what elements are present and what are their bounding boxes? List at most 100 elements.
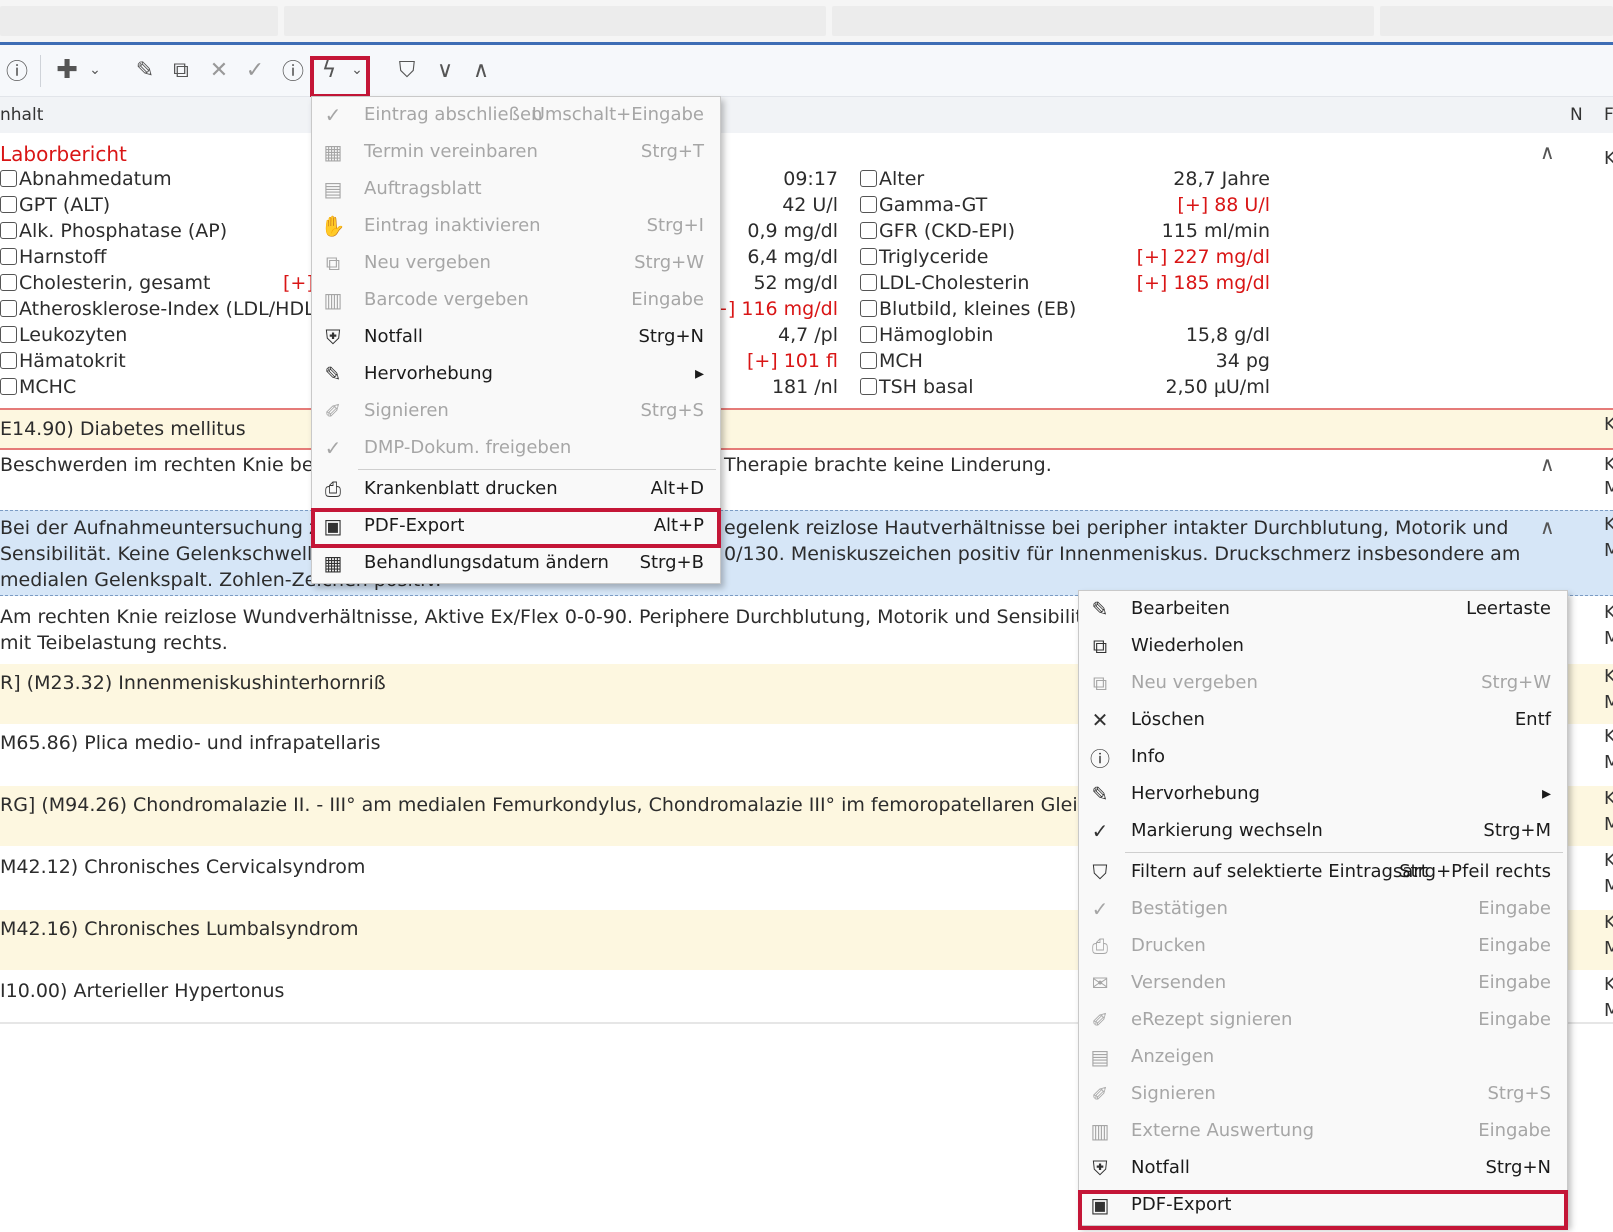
menu-item-hervorhebung[interactable]: ✎ Hervorhebung ▸: [1079, 776, 1567, 812]
lab-item-label[interactable]: Leukozyten: [0, 324, 127, 346]
lab-item-label[interactable]: Hämatokrit: [0, 350, 126, 372]
print-icon: ⎙: [1092, 934, 1108, 958]
menu-item-eintrag-abschließen[interactable]: ✓ Eintrag abschließen Umschalt+Eingabe: [312, 97, 720, 133]
menu-item-anzeigen[interactable]: ▤ Anzeigen: [1079, 1039, 1567, 1075]
chevron-down-icon[interactable]: ⌄: [80, 55, 110, 85]
menu-item-externe-auswertung[interactable]: ▥ Externe Auswertung Eingabe: [1079, 1113, 1567, 1149]
exam-row-selected[interactable]: Bei der Aufnahmeuntersuchung zei egelenk…: [0, 510, 1613, 596]
filter-icon[interactable]: ⛉: [392, 55, 422, 85]
checkbox[interactable]: [0, 222, 17, 239]
menu-item-wiederholen[interactable]: ⧉ Wiederholen: [1079, 628, 1567, 664]
checkbox[interactable]: [0, 326, 17, 343]
menu-item-shortcut: ▸: [1541, 783, 1551, 804]
checkbox[interactable]: [860, 378, 877, 395]
lab-item-label[interactable]: MCH: [860, 350, 923, 372]
chevron-up-icon[interactable]: ∧: [1540, 515, 1555, 539]
menu-item-erezept-signieren[interactable]: ✐ eRezept signieren Eingabe: [1079, 1002, 1567, 1038]
lab-item-label[interactable]: TSH basal: [860, 376, 974, 398]
exam-text-line2-start: Sensibilität. Keine Gelenkschwellung: [0, 543, 349, 565]
lab-item-label[interactable]: Abnahmedatum: [0, 168, 172, 190]
menu-highlight-box: [311, 508, 721, 548]
checkbox[interactable]: [860, 196, 877, 213]
diagnosis-row[interactable]: E14.90) Diabetes mellitus: [0, 410, 1613, 450]
tab-segment[interactable]: [0, 6, 278, 36]
menu-item-krankenblatt-drucken[interactable]: ⎙ Krankenblatt drucken Alt+D: [312, 471, 720, 507]
delete-icon[interactable]: ✕: [204, 55, 234, 85]
menu-item-neu-vergeben[interactable]: ⧉ Neu vergeben Strg+W: [312, 245, 720, 281]
menu-item-löschen[interactable]: ✕ Löschen Entf: [1079, 702, 1567, 738]
info-icon[interactable]: ⓘ: [278, 55, 308, 85]
lab-item-label[interactable]: Cholesterin, gesamt: [0, 272, 210, 294]
complaint-row[interactable]: Beschwerden im rechten Knie beste Therap…: [0, 450, 1613, 508]
menu-item-markierung-wechseln[interactable]: ✓ Markierung wechseln Strg+M: [1079, 813, 1567, 849]
menu-item-dmp-dokum-freigeben[interactable]: ✓ DMP-Dokum. freigeben: [312, 430, 720, 466]
lab-item-label[interactable]: Gamma-GT: [860, 194, 987, 216]
menu-item-signieren[interactable]: ✐ Signieren Strg+S: [312, 393, 720, 429]
chevron-up-icon[interactable]: ∧: [466, 55, 496, 85]
lab-report-entry[interactable]: Laborbericht ∧ Abnahmedatum 09:17 GPT (ALT…: [0, 134, 1613, 410]
menu-item-termin-vereinbaren[interactable]: ▦ Termin vereinbaren Strg+T: [312, 134, 720, 170]
checkbox[interactable]: [0, 274, 17, 291]
menu-item-label: Neu vergeben: [1131, 672, 1258, 693]
checkbox[interactable]: [860, 300, 877, 317]
menu-item-notfall[interactable]: ⛨ Notfall Strg+N: [312, 319, 720, 355]
tab-segment[interactable]: [284, 6, 826, 36]
lab-item-label[interactable]: GPT (ALT): [0, 194, 110, 216]
menu-item-versenden[interactable]: ✉ Versenden Eingabe: [1079, 965, 1567, 1001]
lab-item-label[interactable]: Harnstoff: [0, 246, 107, 268]
menu-item-hervorhebung[interactable]: ✎ Hervorhebung ▸: [312, 356, 720, 392]
menu-item-auftragsblatt[interactable]: ▤ Auftragsblatt: [312, 171, 720, 207]
lab-item-label[interactable]: LDL-Cholesterin: [860, 272, 1029, 294]
plus-icon[interactable]: ✚: [52, 55, 82, 85]
lab-report-title: Laborbericht: [0, 142, 127, 166]
checkbox[interactable]: [0, 352, 17, 369]
column-f-header[interactable]: F: [1604, 105, 1613, 125]
highlighter-icon: ✎: [1091, 782, 1109, 806]
column-n-header[interactable]: N: [1570, 105, 1583, 125]
column-content-header[interactable]: nhalt: [0, 105, 43, 125]
chevron-up-icon[interactable]: ∧: [1540, 140, 1555, 164]
menu-item-bearbeiten[interactable]: ✎ Bearbeiten Leertaste: [1079, 591, 1567, 627]
diagnosis-text: M42.12) Chronisches Cervicalsyndrom: [0, 856, 366, 878]
lab-item-label[interactable]: Alter: [860, 168, 924, 190]
edit-icon[interactable]: ✎: [130, 55, 160, 85]
chevron-up-icon[interactable]: ∧: [1540, 452, 1555, 476]
checkbox[interactable]: [860, 326, 877, 343]
mail-icon: ✉: [1091, 971, 1109, 995]
lab-item-label[interactable]: Hämoglobin: [860, 324, 993, 346]
repeat-icon[interactable]: ⧉: [166, 55, 196, 85]
check-icon[interactable]: ✓: [240, 55, 270, 85]
menu-item-signieren[interactable]: ✐ Signieren Strg+S: [1079, 1076, 1567, 1112]
checkbox[interactable]: [860, 352, 877, 369]
menu-item-drucken[interactable]: ⎙ Drucken Eingabe: [1079, 928, 1567, 964]
checkbox[interactable]: [0, 196, 17, 213]
menu-item-eintrag-inaktivieren[interactable]: ✋ Eintrag inaktivieren Strg+I: [312, 208, 720, 244]
menu-item-filtern-auf-selektierte-eintragsart[interactable]: ⛉ Filtern auf selektierte Eintragsart Strg…: [1079, 854, 1567, 890]
menu-item-notfall[interactable]: ⛨ Notfall Strg+N: [1079, 1150, 1567, 1186]
menu-item-label: Auftragsblatt: [364, 178, 482, 199]
lab-item-label[interactable]: Blutbild, kleines (EB): [860, 298, 1076, 320]
lab-item-label[interactable]: MCHC: [0, 376, 76, 398]
chevron-down-icon[interactable]: ∨: [430, 55, 460, 85]
column-f-cell: K: [1604, 912, 1613, 933]
lab-item-label[interactable]: Triglyceride: [860, 246, 988, 268]
checkbox[interactable]: [860, 170, 877, 187]
tab-segment[interactable]: [1380, 6, 1613, 36]
checkbox[interactable]: [0, 300, 17, 317]
menu-item-info[interactable]: ⓘ Info: [1079, 739, 1567, 775]
tab-segment[interactable]: [832, 6, 1374, 36]
checkbox[interactable]: [0, 248, 17, 265]
menu-item-neu-vergeben[interactable]: ⧉ Neu vergeben Strg+W: [1079, 665, 1567, 701]
checkbox[interactable]: [860, 274, 877, 291]
checkbox[interactable]: [860, 222, 877, 239]
lab-item-label[interactable]: Atherosklerose-Index (LDL/HDL): [0, 298, 322, 320]
menu-item-barcode-vergeben[interactable]: ▥ Barcode vergeben Eingabe: [312, 282, 720, 318]
checkbox[interactable]: [860, 248, 877, 265]
info-circle-icon[interactable]: ⓘ: [2, 55, 32, 85]
lab-item-label[interactable]: GFR (CKD-EPI): [860, 220, 1015, 242]
menu-item-bestätigen[interactable]: ✓ Bestätigen Eingabe: [1079, 891, 1567, 927]
lab-item-label[interactable]: Alk. Phosphatase (AP): [0, 220, 227, 242]
menu-item-behandlungsdatum-ändern[interactable]: ▦ Behandlungsdatum ändern Strg+B: [312, 545, 720, 581]
checkbox[interactable]: [0, 170, 17, 187]
checkbox[interactable]: [0, 378, 17, 395]
